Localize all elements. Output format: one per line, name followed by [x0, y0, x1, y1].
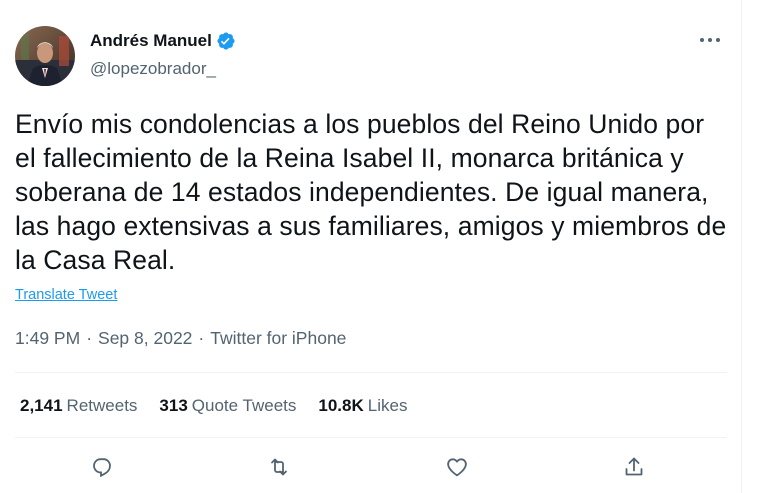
retweets-stat[interactable]: 2,141 Retweets	[20, 396, 137, 416]
author-name[interactable]: Andrés Manuel	[90, 31, 212, 51]
tweet-actions	[0, 453, 742, 483]
quotes-label: Quote Tweets	[191, 396, 297, 415]
tweet-date[interactable]: Sep 8, 2022	[98, 328, 192, 349]
meta-separator: ·	[198, 328, 205, 348]
tweet-meta: 1:49 PM · Sep 8, 2022 · Twitter for iPho…	[15, 328, 346, 349]
author-name-row[interactable]: Andrés Manuel	[90, 31, 236, 51]
quotes-count: 313	[159, 396, 188, 415]
tweet-time[interactable]: 1:49 PM	[15, 328, 80, 349]
avatar[interactable]	[15, 26, 75, 86]
tweet-stats: 2,141 Retweets 313 Quote Tweets 10.8K Likes	[20, 396, 429, 416]
quote-tweets-stat[interactable]: 313 Quote Tweets	[159, 396, 296, 416]
avatar-image	[15, 26, 75, 86]
divider	[15, 437, 727, 438]
meta-separator: ·	[86, 328, 93, 348]
tweet-source[interactable]: Twitter for iPhone	[210, 328, 346, 349]
retweet-icon[interactable]	[265, 453, 293, 481]
tweet-card: Andrés Manuel @lopezobrador_ Envío mis c…	[0, 0, 742, 493]
retweets-label: Retweets	[66, 396, 138, 415]
more-options-icon[interactable]	[697, 30, 723, 50]
divider	[15, 372, 727, 373]
author-handle[interactable]: @lopezobrador_	[90, 59, 216, 79]
likes-label: Likes	[367, 396, 408, 415]
reply-icon[interactable]	[89, 453, 117, 481]
tweet-text: Envío mis condolencias a los pueblos del…	[15, 109, 727, 275]
share-icon[interactable]	[620, 453, 648, 481]
retweets-count: 2,141	[20, 396, 63, 415]
translate-tweet-link[interactable]: Translate Tweet	[15, 287, 117, 303]
heart-icon[interactable]	[443, 453, 471, 481]
likes-stat[interactable]: 10.8K Likes	[318, 396, 407, 416]
likes-count: 10.8K	[318, 396, 364, 415]
verified-badge-icon	[216, 31, 236, 51]
